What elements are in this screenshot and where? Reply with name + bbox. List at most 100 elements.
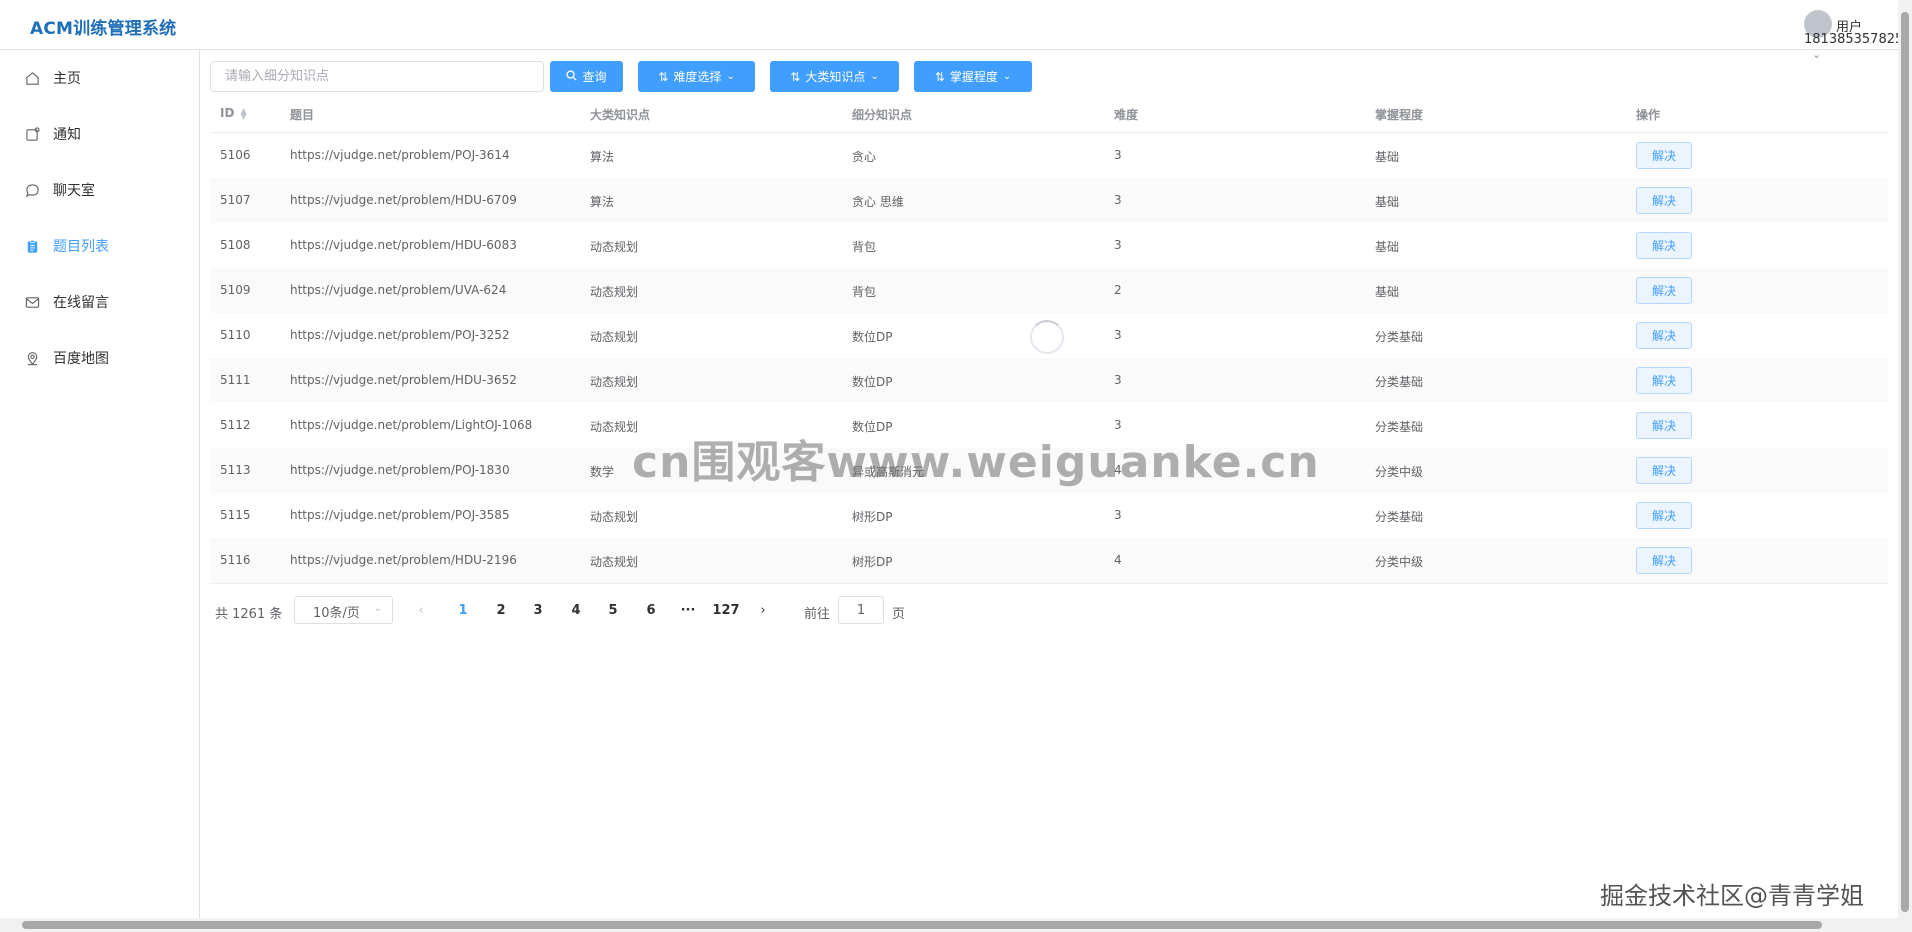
table-row: 5107 https://vjudge.net/problem/HDU-6709 算… [210, 178, 1888, 224]
horizontal-scrollbar-thumb[interactable] [22, 921, 1822, 929]
table-row: 5116 https://vjudge.net/problem/HDU-2196 动… [210, 538, 1888, 584]
search-input[interactable] [210, 61, 544, 92]
cell-problem-url[interactable]: https://vjudge.net/problem/POJ-3252 [290, 328, 510, 342]
sidebar-item-chatroom[interactable]: 聊天室 [0, 170, 199, 210]
mastery-dropdown-button[interactable]: ⇅ 掌握程度 ⌄ [914, 61, 1032, 92]
cell-problem-url[interactable]: https://vjudge.net/problem/POJ-3585 [290, 508, 510, 522]
sidebar-item-messages[interactable]: 在线留言 [0, 282, 199, 322]
clipboard-icon [24, 238, 40, 254]
cell-problem-url[interactable]: https://vjudge.net/problem/LightOJ-1068 [290, 418, 532, 432]
cell-id: 5109 [220, 283, 251, 297]
page-number[interactable]: 5 [598, 603, 628, 618]
cell-subtopic: 贪心 [852, 150, 877, 164]
jump-label: 前往 [804, 607, 831, 622]
cell-id: 5111 [220, 373, 251, 387]
loading-spinner-icon [1030, 320, 1064, 354]
cell-subtopic: 树形DP [852, 555, 893, 569]
cell-problem-url[interactable]: https://vjudge.net/problem/POJ-1830 [290, 463, 510, 477]
sidebar-item-problem-list[interactable]: 题目列表 [0, 226, 199, 266]
header-category: 大类知识点 [590, 108, 651, 122]
cell-problem-url[interactable]: https://vjudge.net/problem/HDU-3652 [290, 373, 517, 387]
header-subtopic: 细分知识点 [852, 108, 913, 122]
cell-category: 动态规划 [590, 555, 639, 569]
solve-button[interactable]: 解决 [1636, 232, 1692, 259]
chevron-down-icon[interactable]: ⌄ [1812, 48, 1821, 61]
vertical-scrollbar-thumb[interactable] [1901, 12, 1909, 912]
cell-category: 动态规划 [590, 330, 639, 344]
cell-category: 算法 [590, 150, 615, 164]
cell-mastery: 分类中级 [1375, 555, 1424, 569]
cell-id: 5116 [220, 553, 251, 567]
cell-problem-url[interactable]: https://vjudge.net/problem/HDU-2196 [290, 553, 517, 567]
solve-button[interactable]: 解决 [1636, 367, 1692, 394]
difficulty-dropdown-button[interactable]: ⇅ 难度选择 ⌄ [638, 61, 755, 92]
next-page-icon[interactable]: › [748, 603, 778, 618]
cell-category: 动态规划 [590, 240, 639, 254]
category-dropdown-button[interactable]: ⇅ 大类知识点 ⌄ [770, 61, 899, 92]
pagination: 共 1261 条 10条/页 ⌄ ‹ 1 2 3 4 5 6 ··· 127 ›… [210, 596, 970, 626]
sidebar-item-label: 主页 [53, 71, 81, 87]
solve-button[interactable]: 解决 [1636, 277, 1692, 304]
solve-button[interactable]: 解决 [1636, 322, 1692, 349]
cell-mastery: 基础 [1375, 285, 1400, 299]
cell-problem-url[interactable]: https://vjudge.net/problem/HDU-6709 [290, 193, 517, 207]
chevron-down-icon: ⌄ [373, 603, 382, 614]
difficulty-button-label: 难度选择 [673, 70, 722, 84]
cell-problem-url[interactable]: https://vjudge.net/problem/UVA-624 [290, 283, 506, 297]
cell-id: 5108 [220, 238, 251, 252]
solve-button[interactable]: 解决 [1636, 547, 1692, 574]
cell-category: 动态规划 [590, 510, 639, 524]
page-number[interactable]: 127 [711, 603, 741, 618]
solve-button[interactable]: 解决 [1636, 412, 1692, 439]
cell-subtopic: 贪心 思维 [852, 195, 904, 209]
cell-problem-url[interactable]: https://vjudge.net/problem/HDU-6083 [290, 238, 517, 252]
page-size-select[interactable]: 10条/页 ⌄ [294, 596, 393, 624]
jump-page-input[interactable] [838, 596, 884, 624]
cell-difficulty: 2 [1114, 283, 1122, 297]
sidebar-item-label: 在线留言 [53, 295, 109, 311]
cell-category: 动态规划 [590, 375, 639, 389]
cell-difficulty: 3 [1114, 193, 1122, 207]
watermark-corner: 掘金技术社区@青青学姐 [1600, 882, 1864, 910]
more-pages-icon[interactable]: ··· [673, 603, 703, 618]
page-number[interactable]: 3 [523, 603, 553, 618]
user-menu[interactable]: 用户 181385357825 ⌄ [1794, 8, 1904, 64]
category-button-label: 大类知识点 [805, 70, 866, 84]
sort-caret-icon[interactable]: ▲ ▼ [240, 106, 246, 120]
sidebar-item-notification[interactable]: 通知 [0, 114, 199, 154]
prev-page-icon[interactable]: ‹ [406, 603, 436, 618]
total-count: 共 1261 条 [215, 607, 283, 622]
solve-button[interactable]: 解决 [1636, 502, 1692, 529]
table-row: 5109 https://vjudge.net/problem/UVA-624 动态… [210, 268, 1888, 314]
table-row: 5115 https://vjudge.net/problem/POJ-3585 动… [210, 493, 1888, 539]
cell-id: 5115 [220, 508, 251, 522]
page-number[interactable]: 2 [486, 603, 516, 618]
cell-subtopic: 数位DP [852, 330, 893, 344]
search-button[interactable]: 查询 [550, 61, 623, 92]
solve-button[interactable]: 解决 [1636, 457, 1692, 484]
cell-category: 动态规划 [590, 285, 639, 299]
header-difficulty: 难度 [1114, 108, 1139, 122]
page-number[interactable]: 4 [561, 603, 591, 618]
cell-subtopic: 树形DP [852, 510, 893, 524]
cell-problem-url[interactable]: https://vjudge.net/problem/POJ-3614 [290, 148, 510, 162]
sidebar-item-label: 百度地图 [53, 351, 109, 367]
cell-id: 5112 [220, 418, 251, 432]
cell-mastery: 分类中级 [1375, 465, 1424, 479]
cell-id: 5106 [220, 148, 251, 162]
sidebar-item-baidu-map[interactable]: 百度地图 [0, 338, 199, 378]
solve-button[interactable]: 解决 [1636, 187, 1692, 214]
page-size-value: 10条/页 [313, 606, 360, 621]
page-number[interactable]: 1 [448, 603, 478, 618]
solve-button[interactable]: 解决 [1636, 142, 1692, 169]
page-number[interactable]: 6 [636, 603, 666, 618]
cell-difficulty: 3 [1114, 238, 1122, 252]
header-id[interactable]: ID ▲ ▼ [220, 106, 247, 120]
cell-id: 5107 [220, 193, 251, 207]
cell-subtopic: 数位DP [852, 375, 893, 389]
cell-mastery: 分类基础 [1375, 420, 1424, 434]
sidebar-item-home[interactable]: 主页 [0, 58, 199, 98]
chevron-down-icon: ⌄ [1002, 71, 1012, 82]
mail-icon [24, 294, 40, 310]
cell-subtopic: 背包 [852, 240, 877, 254]
